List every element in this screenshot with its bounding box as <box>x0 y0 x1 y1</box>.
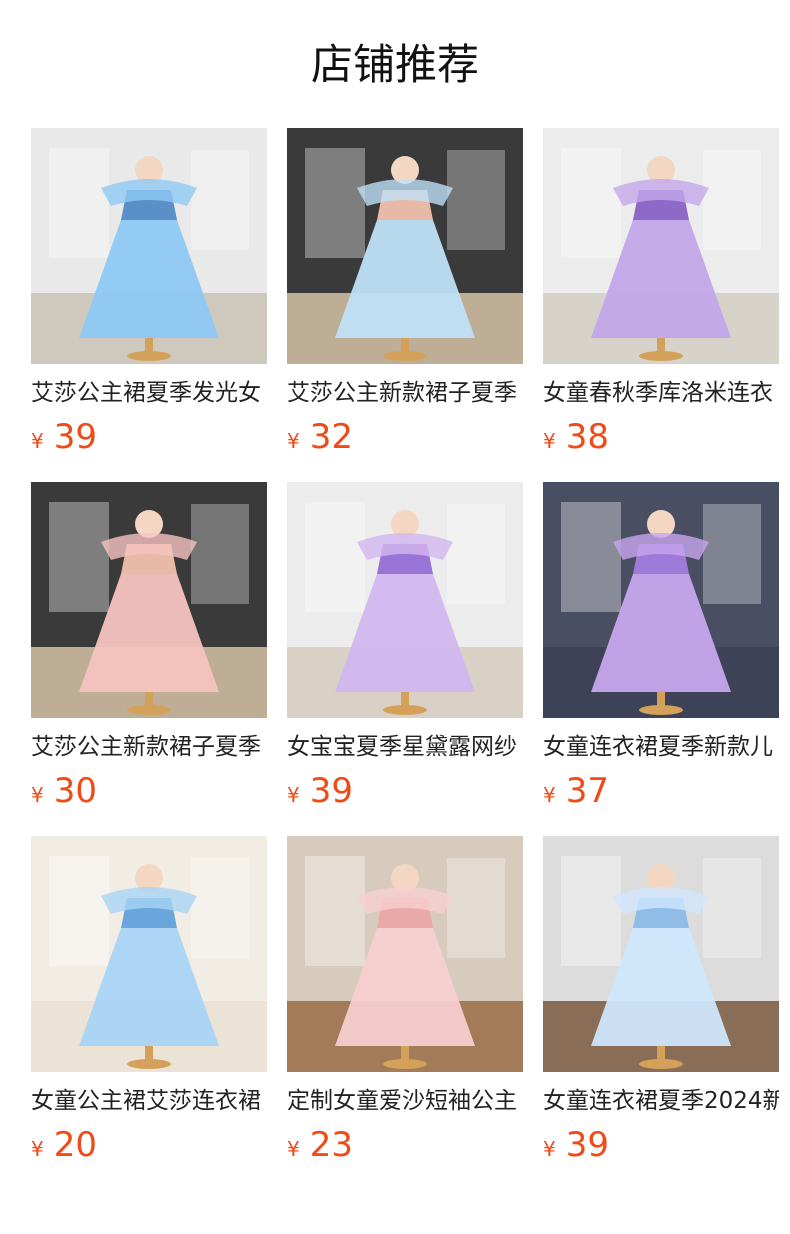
product-price: 20 <box>53 1125 97 1165</box>
product-card[interactable]: 女童连衣裙夏季2024新 ¥39 <box>543 836 779 1166</box>
currency-symbol: ¥ <box>543 783 556 807</box>
currency-symbol: ¥ <box>31 429 44 453</box>
currency-symbol: ¥ <box>287 783 300 807</box>
product-title[interactable]: 女童连衣裙夏季新款儿 <box>543 730 779 764</box>
currency-symbol: ¥ <box>543 1137 556 1161</box>
page-title: 店铺推荐 <box>310 40 479 89</box>
product-card[interactable]: 艾莎公主新款裙子夏季 ¥30 <box>31 482 267 812</box>
product-price: 32 <box>309 417 353 457</box>
product-price: 39 <box>309 771 353 811</box>
girl-light-blue-dress-photo[interactable] <box>543 836 779 1072</box>
currency-symbol: ¥ <box>31 1137 44 1161</box>
currency-symbol: ¥ <box>543 429 556 453</box>
price-row: ¥20 <box>31 1124 267 1166</box>
product-price: 37 <box>565 771 609 811</box>
price-row: ¥39 <box>31 416 267 458</box>
product-price: 23 <box>309 1125 353 1165</box>
price-row: ¥30 <box>31 770 267 812</box>
product-title[interactable]: 女童连衣裙夏季2024新 <box>543 1084 779 1118</box>
girl-pink-tulle-dress-photo[interactable] <box>287 836 523 1072</box>
product-grid: 艾莎公主裙夏季发光女 ¥39 艾莎公主新款裙子夏季 ¥32 女童春秋季库洛米连衣 ¥38 艾… <box>31 128 779 1166</box>
price-row: ¥39 <box>543 1124 779 1166</box>
product-price: 38 <box>565 417 609 457</box>
product-title[interactable]: 定制女童爱沙短袖公主 <box>287 1084 523 1118</box>
product-card[interactable]: 女童连衣裙夏季新款儿 ¥37 <box>543 482 779 812</box>
girl-blue-dress-photo[interactable] <box>287 128 523 364</box>
product-title[interactable]: 艾莎公主新款裙子夏季 <box>31 730 267 764</box>
product-card[interactable]: 艾莎公主裙夏季发光女 ¥39 <box>31 128 267 458</box>
product-title[interactable]: 女童春秋季库洛米连衣 <box>543 376 779 410</box>
price-row: ¥23 <box>287 1124 523 1166</box>
currency-symbol: ¥ <box>287 1137 300 1161</box>
girl-pink-dress-photo[interactable] <box>31 482 267 718</box>
price-row: ¥39 <box>287 770 523 812</box>
product-title[interactable]: 女宝宝夏季星黛露网纱 <box>287 730 523 764</box>
product-price: 30 <box>53 771 97 811</box>
product-card[interactable]: 定制女童爱沙短袖公主 ¥23 <box>287 836 523 1166</box>
price-row: ¥32 <box>287 416 523 458</box>
product-title[interactable]: 艾莎公主新款裙子夏季 <box>287 376 523 410</box>
purple-kuromi-bow-dress-photo[interactable] <box>543 482 779 718</box>
price-row: ¥38 <box>543 416 779 458</box>
product-price: 39 <box>565 1125 609 1165</box>
blue-princess-dress-photo[interactable] <box>31 128 267 364</box>
price-row: ¥37 <box>543 770 779 812</box>
purple-stellalou-dress-photo[interactable] <box>287 482 523 718</box>
product-card[interactable]: 女童春秋季库洛米连衣 ¥38 <box>543 128 779 458</box>
elsa-tutu-dress-photo[interactable] <box>31 836 267 1072</box>
product-card[interactable]: 艾莎公主新款裙子夏季 ¥32 <box>287 128 523 458</box>
product-card[interactable]: 女宝宝夏季星黛露网纱 ¥39 <box>287 482 523 812</box>
product-title[interactable]: 女童公主裙艾莎连衣裙 <box>31 1084 267 1118</box>
product-card[interactable]: 女童公主裙艾莎连衣裙 ¥20 <box>31 836 267 1166</box>
currency-symbol: ¥ <box>31 783 44 807</box>
product-price: 39 <box>53 417 97 457</box>
currency-symbol: ¥ <box>287 429 300 453</box>
product-title[interactable]: 艾莎公主裙夏季发光女 <box>31 376 267 410</box>
purple-kuromi-dress-photo[interactable] <box>543 128 779 364</box>
